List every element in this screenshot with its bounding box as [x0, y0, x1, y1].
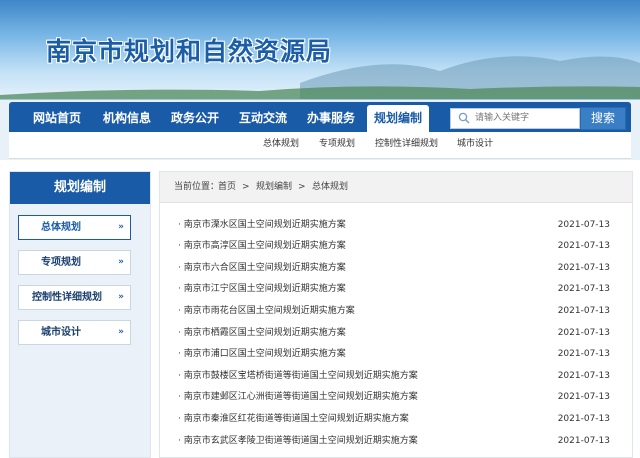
article-date: 2021-07-13: [557, 436, 610, 446]
breadcrumb: 当前位置： 首页 > 规划编制 > 总体规划: [160, 172, 632, 203]
article-title[interactable]: · 南京市栖霞区国土空间规划近期实施方案: [178, 323, 346, 344]
article-title[interactable]: · 南京市浦口区国土空间规划近期实施方案: [178, 344, 346, 365]
double-chevron-right-icon: »: [118, 292, 124, 302]
sidebar-item-label: 控制性详细规划: [32, 292, 102, 303]
article-date: 2021-07-13: [557, 349, 610, 359]
article-date: 2021-07-13: [557, 328, 610, 338]
subnav-item-urban-design[interactable]: 城市设计: [457, 132, 493, 158]
sidebar-item-overall[interactable]: 总体规划 »: [18, 215, 131, 240]
list-item[interactable]: · 南京市雨花台区国土空间规划近期实施方案 2021-07-13: [178, 301, 614, 322]
article-date: 2021-07-13: [557, 220, 610, 230]
article-title[interactable]: · 南京市玄武区孝陵卫街道等街道国土空间规划近期实施方案: [178, 431, 418, 452]
search-input[interactable]: [475, 110, 575, 126]
nav-item-home[interactable]: 网站首页: [21, 102, 93, 132]
list-item[interactable]: · 南京市秦淮区红花街道等街道国土空间规划近期实施方案 2021-07-13: [178, 409, 614, 430]
article-title[interactable]: · 南京市雨花台区国土空间规划近期实施方案: [178, 301, 355, 322]
list-item[interactable]: · 南京市鼓楼区宝塔桥街道等街道国土空间规划近期实施方案 2021-07-13: [178, 366, 614, 387]
site-title[interactable]: 南京市规划和自然资源局: [46, 32, 332, 68]
list-item[interactable]: · 南京市高淳区国土空间规划近期实施方案 2021-07-13: [178, 236, 614, 257]
nav-item-planning[interactable]: 规划编制: [367, 105, 429, 133]
sidebar-item-detailed[interactable]: 控制性详细规划 »: [18, 285, 131, 310]
sidebar-title: 规划编制: [10, 172, 150, 204]
nav-item-organization[interactable]: 机构信息: [93, 102, 161, 132]
breadcrumb-separator: >: [242, 182, 250, 192]
nav-item-interaction[interactable]: 互动交流: [229, 102, 297, 132]
breadcrumb-separator: >: [298, 182, 306, 192]
list-item[interactable]: · 南京市栖霞区国土空间规划近期实施方案 2021-07-13: [178, 323, 614, 344]
article-title[interactable]: · 南京市建邺区江心洲街道等街道国土空间规划近期实施方案: [178, 387, 418, 408]
breadcrumb-home[interactable]: 首页: [218, 172, 236, 202]
subnav-item-special[interactable]: 专项规划: [319, 132, 355, 158]
article-title[interactable]: · 南京市秦淮区红花街道等街道国土空间规划近期实施方案: [178, 409, 409, 430]
search-box: [450, 108, 580, 129]
sidebar-item-label: 专项规划: [41, 257, 81, 268]
search-icon: [458, 112, 470, 124]
article-date: 2021-07-13: [557, 392, 610, 402]
breadcrumb-prefix: 当前位置：: [174, 182, 220, 192]
article-title[interactable]: · 南京市高淳区国土空间规划近期实施方案: [178, 236, 346, 257]
article-title[interactable]: · 南京市六合区国土空间规划近期实施方案: [178, 258, 346, 279]
subnav-item-overall[interactable]: 总体规划: [263, 132, 299, 158]
list-item[interactable]: · 南京市建邺区江心洲街道等街道国土空间规划近期实施方案 2021-07-13: [178, 387, 614, 408]
sub-nav: 总体规划 专项规划 控制性详细规划 城市设计: [9, 132, 631, 159]
sidebar: 规划编制 总体规划 » 专项规划 » 控制性详细规划 » 城市设计 »: [9, 171, 151, 458]
sidebar-item-label: 城市设计: [41, 327, 81, 338]
subnav-item-detailed[interactable]: 控制性详细规划: [375, 132, 438, 158]
article-date: 2021-07-13: [557, 306, 610, 316]
sidebar-item-label: 总体规划: [41, 222, 81, 233]
search-button[interactable]: 搜索: [580, 107, 626, 130]
article-date: 2021-07-13: [557, 263, 610, 273]
article-title[interactable]: · 南京市鼓楼区宝塔桥街道等街道国土空间规划近期实施方案: [178, 366, 418, 387]
article-date: 2021-07-13: [557, 414, 610, 424]
header-banner: 南京市规划和自然资源局: [0, 0, 640, 103]
double-chevron-right-icon: »: [118, 222, 124, 232]
breadcrumb-planning[interactable]: 规划编制: [256, 172, 292, 202]
content-panel: 当前位置： 首页 > 规划编制 > 总体规划 · 南京市溧水区国土空间规划近期实…: [159, 171, 633, 458]
list-item[interactable]: · 南京市溧水区国土空间规划近期实施方案 2021-07-13: [178, 215, 614, 236]
article-title[interactable]: · 南京市江宁区国土空间规划近期实施方案: [178, 279, 346, 300]
article-date: 2021-07-13: [557, 371, 610, 381]
article-date: 2021-07-13: [557, 241, 610, 251]
list-item[interactable]: · 南京市玄武区孝陵卫街道等街道国土空间规划近期实施方案 2021-07-13: [178, 431, 614, 452]
article-title[interactable]: · 南京市溧水区国土空间规划近期实施方案: [178, 215, 346, 236]
breadcrumb-current[interactable]: 总体规划: [312, 172, 348, 202]
sidebar-item-urban-design[interactable]: 城市设计 »: [18, 320, 131, 345]
article-date: 2021-07-13: [557, 284, 610, 294]
list-item[interactable]: · 南京市六合区国土空间规划近期实施方案 2021-07-13: [178, 258, 614, 279]
list-item[interactable]: · 南京市江宁区国土空间规划近期实施方案 2021-07-13: [178, 279, 614, 300]
double-chevron-right-icon: »: [118, 327, 124, 337]
nav-item-services[interactable]: 办事服务: [297, 102, 365, 132]
list-item[interactable]: · 南京市浦口区国土空间规划近期实施方案 2021-07-13: [178, 344, 614, 365]
double-chevron-right-icon: »: [118, 257, 124, 267]
nav-item-government-affairs[interactable]: 政务公开: [161, 102, 229, 132]
sidebar-item-special[interactable]: 专项规划 »: [18, 250, 131, 275]
